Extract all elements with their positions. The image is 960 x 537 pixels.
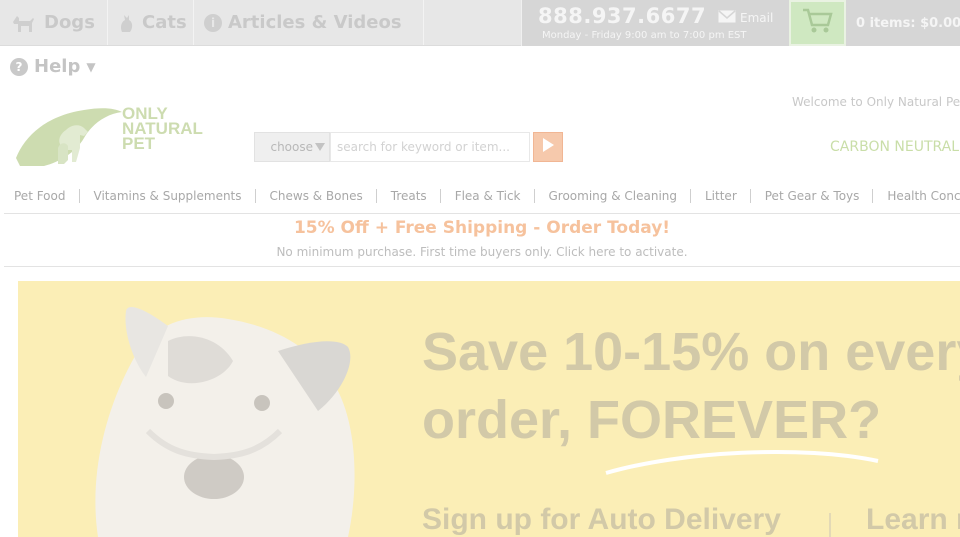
arrow-right-icon xyxy=(541,137,555,157)
category-vitamins-supplements[interactable]: Vitamins & Supplements xyxy=(80,189,256,203)
info-icon: i xyxy=(204,13,222,32)
dog-icon xyxy=(10,12,38,34)
carbon-neutral-badge[interactable]: CARBON NEUTRAL xyxy=(830,139,959,155)
nav-dogs-label: Dogs xyxy=(44,12,95,33)
hero-headline-1: Save 10-15% on every xyxy=(422,322,960,382)
logo-wordmark: ONLY NATURAL PET xyxy=(122,105,203,153)
search-input[interactable] xyxy=(330,132,530,162)
nav-cats-label: Cats xyxy=(142,12,187,33)
cart-summary[interactable]: 0 items: $0.00 xyxy=(846,0,960,46)
help-label: Help xyxy=(34,56,81,77)
category-grooming-cleaning[interactable]: Grooming & Cleaning xyxy=(535,189,691,203)
chevron-down-icon: ▼ xyxy=(86,59,96,74)
cat-icon xyxy=(118,12,136,34)
search-category-select[interactable]: choose xyxy=(254,132,330,162)
category-treats[interactable]: Treats xyxy=(377,189,441,203)
category-flea-tick[interactable]: Flea & Tick xyxy=(441,189,535,203)
help-icon: ? xyxy=(10,57,28,76)
phone-hours: Monday - Friday 9:00 am to 7:00 pm EST xyxy=(542,30,747,41)
category-pet-gear-toys[interactable]: Pet Gear & Toys xyxy=(751,189,874,203)
hero-banner[interactable]: Save 10-15% on every order, FOREVER? Sig… xyxy=(18,281,960,537)
phone-block: 888.937.6677 Email Monday - Friday 9:00 … xyxy=(521,0,789,46)
logo-line-3: PET xyxy=(122,134,156,153)
category-nav: Pet Food Vitamins & Supplements Chews & … xyxy=(0,186,960,206)
category-health-concerns[interactable]: Health Concerns xyxy=(873,189,960,203)
search-button[interactable] xyxy=(533,132,563,162)
envelope-icon xyxy=(718,10,736,26)
top-bar: Dogs Cats i Articles & Videos 888.937.66… xyxy=(0,0,960,46)
hero-signup-link[interactable]: Sign up for Auto Delivery xyxy=(422,503,781,537)
promo-title: 15% Off + Free Shipping - Order Today! xyxy=(293,218,671,238)
promo-subtitle: No minimum purchase. First time buyers o… xyxy=(276,245,688,259)
hero-learn-more-link[interactable]: Learn more xyxy=(866,503,960,537)
swoosh-decoration xyxy=(605,450,879,475)
category-litter[interactable]: Litter xyxy=(691,189,751,203)
dog-photo xyxy=(18,281,398,537)
hero-headline-2: order, FOREVER? xyxy=(422,390,882,450)
nav-articles-videos[interactable]: i Articles & Videos xyxy=(194,0,424,45)
category-chews-bones[interactable]: Chews & Bones xyxy=(256,189,377,203)
welcome-text: Welcome to Only Natural Pet xyxy=(792,95,960,109)
chevron-down-icon xyxy=(315,140,325,154)
search-category-label: choose xyxy=(270,140,313,154)
email-link[interactable]: Email xyxy=(718,10,773,26)
email-label: Email xyxy=(740,11,774,25)
category-pet-food[interactable]: Pet Food xyxy=(0,189,80,203)
phone-number[interactable]: 888.937.6677 xyxy=(538,4,706,28)
nav-dogs[interactable]: Dogs xyxy=(0,0,108,45)
shopping-cart-icon xyxy=(801,7,835,39)
help-menu[interactable]: ? Help ▼ xyxy=(10,56,96,77)
promo-banner[interactable]: 15% Off + Free Shipping - Order Today! N… xyxy=(4,214,960,267)
nav-cats[interactable]: Cats xyxy=(108,0,194,45)
hero-separator xyxy=(829,513,831,537)
cart-button[interactable] xyxy=(789,0,846,46)
nav-articles-label: Articles & Videos xyxy=(228,12,402,33)
